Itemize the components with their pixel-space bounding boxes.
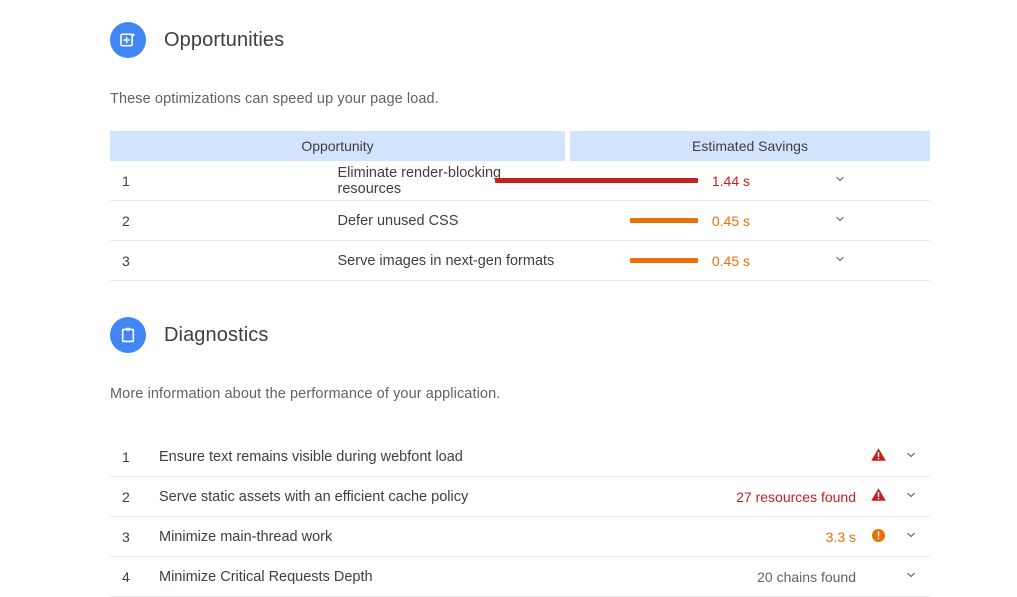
diagnostics-rows: 1 Ensure text remains visible during web… xyxy=(110,437,930,597)
diagnostics-table: 1 Ensure text remains visible during web… xyxy=(110,437,930,597)
row-index: 3 xyxy=(110,516,159,557)
warning-triangle-icon xyxy=(869,486,887,504)
table-row[interactable]: 1 Eliminate render-blocking resources 1.… xyxy=(110,161,930,201)
row-index: 3 xyxy=(110,240,338,281)
table-row[interactable]: 1 Ensure text remains visible during web… xyxy=(110,437,930,477)
savings-value: 1.44 s xyxy=(711,172,750,189)
table-row[interactable]: 3 Serve images in next-gen formats 0.45 … xyxy=(110,240,930,281)
opportunities-description: These optimizations can speed up your pa… xyxy=(110,91,439,107)
status-badge xyxy=(864,437,892,477)
diagnostic-title[interactable]: Ensure text remains visible during webfo… xyxy=(159,437,666,477)
chevron-down-icon[interactable] xyxy=(904,488,918,502)
expand-row-button[interactable] xyxy=(892,556,930,597)
diagnostic-title[interactable]: Minimize Critical Requests Depth xyxy=(159,556,666,597)
savings-bar xyxy=(630,218,698,223)
opportunities-table: Opportunity Estimated Savings 1 Eliminat… xyxy=(110,131,930,281)
diagnostics-description: More information about the performance o… xyxy=(110,386,501,402)
warning-triangle-icon xyxy=(869,446,887,464)
column-header-opportunity: Opportunity xyxy=(110,131,565,161)
expand-row-button[interactable] xyxy=(892,516,930,557)
opportunities-section-header: Opportunities xyxy=(110,22,931,58)
diagnostics-clipboard-icon xyxy=(110,317,146,353)
chevron-down-icon[interactable] xyxy=(904,568,918,582)
chevron-down-icon[interactable] xyxy=(904,528,918,542)
expand-row-button[interactable] xyxy=(750,240,930,281)
expand-row-button[interactable] xyxy=(750,200,930,241)
savings-bar xyxy=(495,178,698,183)
savings-value: 0.45 s xyxy=(711,252,750,269)
expand-row-button[interactable] xyxy=(892,476,930,517)
diagnostic-value: 20 chains found xyxy=(666,556,864,597)
chevron-down-icon[interactable] xyxy=(833,172,847,186)
report-body: Opportunities These optimizations can sp… xyxy=(110,0,931,597)
chevron-down-icon[interactable] xyxy=(904,448,918,462)
status-badge xyxy=(864,516,892,557)
savings-bar xyxy=(630,258,698,263)
opportunities-rows: 1 Eliminate render-blocking resources 1.… xyxy=(110,161,930,281)
column-header-estimated-savings: Estimated Savings xyxy=(570,131,930,161)
expand-row-button[interactable] xyxy=(750,161,930,201)
info-circle-icon xyxy=(869,526,887,544)
row-index: 2 xyxy=(110,476,159,517)
diagnostic-value: 27 resources found xyxy=(666,476,864,517)
chevron-down-icon[interactable] xyxy=(833,252,847,266)
savings-value: 0.45 s xyxy=(711,212,750,229)
diagnostics-section-header: Diagnostics xyxy=(110,317,931,353)
expand-row-button[interactable] xyxy=(892,437,930,477)
row-index: 2 xyxy=(110,200,338,241)
opportunity-title[interactable]: Defer unused CSS xyxy=(337,200,565,241)
opportunity-title[interactable]: Serve images in next-gen formats xyxy=(337,240,565,281)
row-index: 1 xyxy=(110,437,159,477)
diagnostic-title[interactable]: Serve static assets with an efficient ca… xyxy=(159,476,666,517)
opportunities-title: Opportunities xyxy=(164,28,285,51)
status-badge xyxy=(864,476,892,517)
table-row[interactable]: 4 Minimize Critical Requests Depth 20 ch… xyxy=(110,556,930,597)
opportunities-icon xyxy=(110,22,146,58)
opportunity-savings: 1.44 s xyxy=(495,161,750,201)
status-badge-empty xyxy=(864,556,892,597)
table-row[interactable]: 2 Defer unused CSS 0.45 s xyxy=(110,200,930,241)
diagnostic-title[interactable]: Minimize main-thread work xyxy=(159,516,666,557)
row-index: 1 xyxy=(110,161,338,201)
opportunities-table-header: Opportunity Estimated Savings xyxy=(110,131,930,161)
opportunity-savings: 0.45 s xyxy=(570,200,750,241)
opportunity-savings: 0.45 s xyxy=(570,240,750,281)
diagnostic-value xyxy=(666,437,864,477)
diagnostic-value: 3.3 s xyxy=(666,516,864,557)
table-row[interactable]: 2 Serve static assets with an efficient … xyxy=(110,476,930,517)
diagnostics-title: Diagnostics xyxy=(164,323,269,346)
table-row[interactable]: 3 Minimize main-thread work 3.3 s xyxy=(110,516,930,557)
chevron-down-icon[interactable] xyxy=(833,212,847,226)
row-index: 4 xyxy=(110,556,159,597)
